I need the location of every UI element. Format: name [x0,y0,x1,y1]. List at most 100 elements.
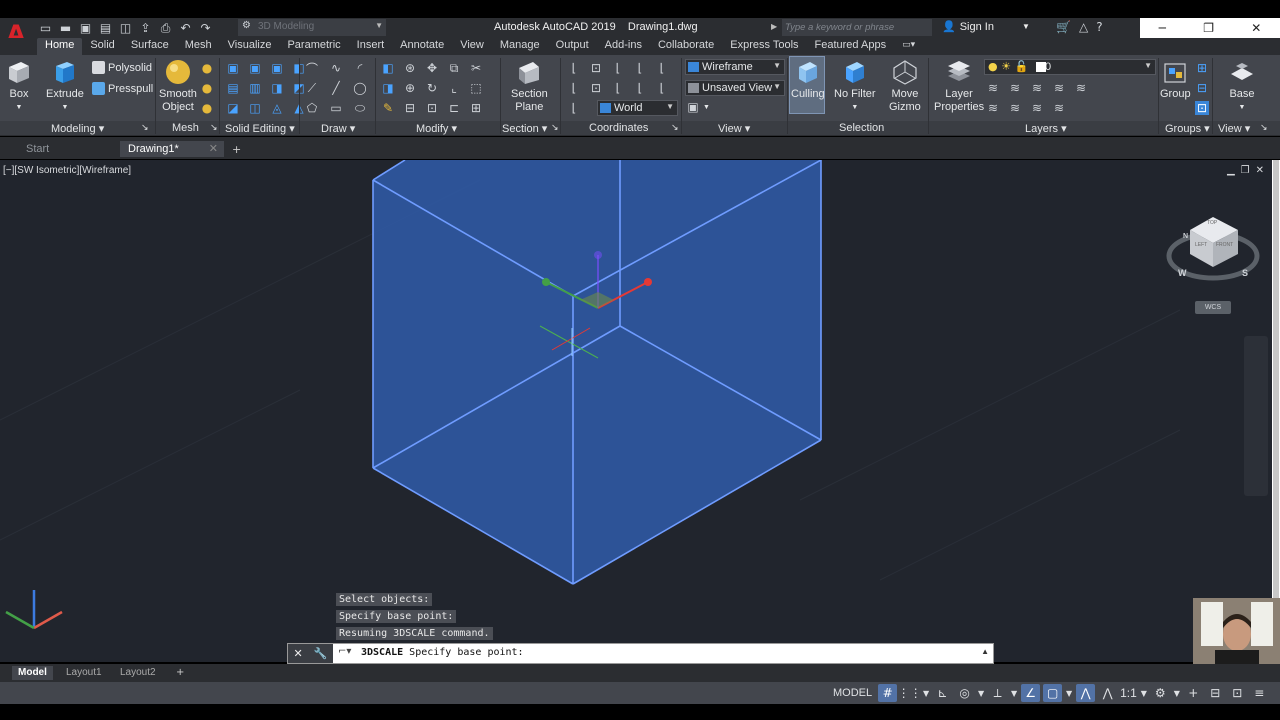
rectangle-icon[interactable]: ▭ [329,101,343,115]
close-icon[interactable]: ✕ [1256,165,1264,176]
annotation-visibility-icon[interactable]: ⋀ [1076,684,1096,702]
new-tab-button[interactable]: + [228,141,248,157]
erase-icon[interactable]: ⊟ [403,101,417,115]
navigation-bar[interactable] [1244,336,1268,496]
interfere-icon[interactable]: ▤ [226,81,240,95]
mesh-panel-label[interactable]: Mesh [172,122,199,134]
ribbon-minimize-button[interactable]: ▭▾ [894,38,923,55]
chevron-down-icon[interactable]: ▼ [1140,684,1148,702]
tab-add-ins[interactable]: Add-ins [597,38,650,55]
extrude-button[interactable]: Extrude ▼ [46,58,84,114]
help-icon[interactable]: ? [1096,20,1102,34]
group-button[interactable]: Group [1160,58,1191,101]
3d-polyline-icon[interactable]: ⟋ [305,81,319,95]
redo-icon[interactable]: ↷ [198,21,213,35]
panel-launcher-icon[interactable]: ↘ [551,122,559,133]
layer-properties-button[interactable]: Layer Properties [934,58,984,114]
tab-mesh[interactable]: Mesh [177,38,220,55]
ucs-z-icon[interactable]: ⌊ [655,81,669,95]
layers-panel-label[interactable]: Layers ▾ [1025,122,1067,135]
trim-icon[interactable]: ✂ [469,61,483,75]
new-icon[interactable]: ▭ [38,21,53,35]
mesh-crease-icon[interactable]: ● [200,101,214,115]
drawing-tab[interactable]: Drawing1* ✕ [120,141,224,157]
a360-icon[interactable]: △ [1079,20,1088,34]
tab-parametric[interactable]: Parametric [279,38,348,55]
model-space-button[interactable]: MODEL [830,687,875,699]
draw-panel-label[interactable]: Draw ▾ [321,122,355,135]
selection-panel-label[interactable]: Selection [839,122,884,134]
layer-lock-icon[interactable]: ≋ [1052,81,1066,95]
box-button[interactable]: Box ▼ [5,58,33,114]
3d-rotate-icon[interactable]: ⊛ [403,61,417,75]
tab-model[interactable]: Model [12,666,53,680]
object-snap-icon[interactable]: ▢ [1043,684,1063,702]
layer-on-icon[interactable]: ≋ [986,101,1000,115]
polysolid-button[interactable]: Polysolid [92,61,152,74]
workspace-switch-icon[interactable]: ⚙ [1151,684,1170,702]
mesh-sphere-icon[interactable]: ● [200,61,214,75]
ucs-y-icon[interactable]: ⌊ [633,81,647,95]
chevron-down-icon[interactable]: ▼ [1065,684,1073,702]
mesh-refine-icon[interactable]: ● [200,81,214,95]
panel-launcher-icon[interactable]: ↘ [141,122,149,133]
array-icon[interactable]: ⊞ [469,101,483,115]
chevron-right-icon[interactable]: ▶ [771,22,777,31]
minimize-icon[interactable]: ▁ [1227,165,1235,176]
scrollbar-thumb[interactable] [1273,160,1279,600]
shell-icon[interactable]: ◫ [248,101,262,115]
modify-panel-label[interactable]: Modify ▾ [416,122,457,135]
workspace-dropdown[interactable]: ⚙ 3D Modeling ▼ [238,19,386,36]
drawing-viewport[interactable]: [−][SW Isometric][Wireframe] ▁ ❐ ✕ TOP L… [0,160,1272,662]
cart-icon[interactable]: 🛒 [1056,20,1071,34]
isodraft-icon[interactable]: ⟂ [988,684,1007,702]
panel-launcher-icon[interactable]: ↘ [210,122,218,133]
ucs-x-icon[interactable]: ⌊ [611,81,625,95]
ortho-icon[interactable]: ⊾ [933,684,952,702]
modeling-panel-label[interactable]: Modeling ▾ [51,122,104,135]
selected-box-solid[interactable] [372,160,822,585]
grid-icon[interactable]: # [878,684,898,702]
ucs-world-icon[interactable]: ⊡ [589,61,603,75]
share-icon[interactable]: ⇪ [138,21,153,35]
tab-annotate[interactable]: Annotate [392,38,452,55]
named-view-dropdown[interactable]: Unsaved View ▼ [685,80,785,96]
command-line[interactable]: ✕ 🔧 ⌐▾ 3DSCALE Specify base point: ▲ [287,643,994,664]
offset-icon[interactable]: ⊏ [447,101,461,115]
viewport-config-button[interactable]: ▣ ▼ [686,100,710,114]
3d-array-icon[interactable]: ✎ [381,101,395,115]
minimize-icon[interactable]: ─ [1159,21,1166,35]
subtract-icon[interactable]: ▣ [248,61,262,75]
restore-icon[interactable]: ❐ [1203,21,1214,35]
solid-editing-panel-label[interactable]: Solid Editing ▾ [225,122,295,135]
move-icon[interactable]: ✥ [425,61,439,75]
line-icon[interactable]: ╱ [329,81,343,95]
help-search-input[interactable]: Type a keyword or phrase [782,19,932,36]
tab-view[interactable]: View [452,38,492,55]
polygon-icon[interactable]: ⬠ [305,101,319,115]
wcs-menu[interactable]: WCS [1195,301,1231,314]
ucs-dropdown[interactable]: World ▼ [597,100,678,116]
chevron-up-icon[interactable]: ▲ [981,647,989,656]
no-filter-button[interactable]: No Filter ▼ [834,58,876,114]
fillet-icon[interactable]: ⌞ [447,81,461,95]
customization-icon[interactable]: ≡ [1250,684,1269,702]
hardware-acceleration-icon[interactable]: ⊟ [1206,684,1225,702]
group-edit-icon[interactable]: ⊟ [1195,81,1209,95]
start-tab[interactable]: Start [18,141,118,157]
ucs-face-icon[interactable]: ⌊ [567,81,581,95]
tab-output[interactable]: Output [548,38,597,55]
add-layout-button[interactable]: + [170,666,190,680]
align-icon[interactable]: ◧ [381,61,395,75]
tab-home[interactable]: Home [37,38,83,55]
layer-freeze-icon[interactable]: ≋ [1030,81,1044,95]
copy-icon[interactable]: ⧉ [447,61,461,75]
snap-icon[interactable]: ⋮⋮ [898,684,922,702]
save-as-icon[interactable]: ▤ [98,21,113,35]
thicken-icon[interactable]: ▥ [248,81,262,95]
ucs-3point-icon[interactable]: ⌊ [567,101,581,115]
ungroup-icon[interactable]: ⊞ [1195,61,1209,75]
tab-layout2[interactable]: Layout2 [114,666,162,680]
ucs-previous-icon[interactable]: ⊡ [589,81,603,95]
chevron-down-icon[interactable]: ▼ [977,684,985,702]
